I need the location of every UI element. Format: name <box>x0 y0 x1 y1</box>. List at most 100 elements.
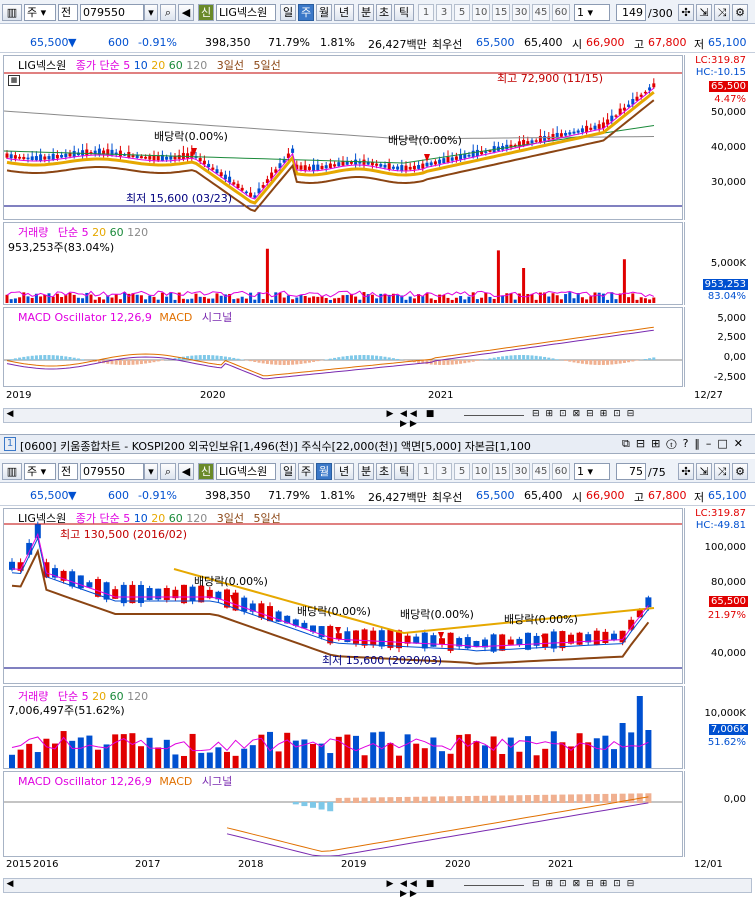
top-chart-type-button[interactable]: ▥ <box>2 4 22 21</box>
top-num-30[interactable]: 30 <box>512 4 530 21</box>
top-end-date: 12/27 <box>694 390 723 401</box>
top-price-panel[interactable]: LIG넥스원 종가 단순 5 10 20 60 120 3일선 5일선 ▦ 최고… <box>3 55 683 220</box>
bottom-hc-label: HC:-49.81 <box>695 520 746 531</box>
top-playback-icons[interactable]: ◀◀ ■ ▶▶ <box>400 409 460 429</box>
bottom-speaker-icon[interactable]: ◀ <box>178 463 194 480</box>
top-scroll-right-icon[interactable]: ▶ <box>384 409 396 422</box>
bottom-num-45[interactable]: 45 <box>532 463 550 480</box>
top-num-45[interactable]: 45 <box>532 4 550 21</box>
bottom-tool-icon-1[interactable]: ✣ <box>678 463 694 480</box>
top-volume-bar <box>152 296 156 303</box>
bottom-zoom-slider[interactable] <box>464 885 524 886</box>
bottom-market-select[interactable]: 주 ▾ <box>24 463 56 480</box>
bottom-num-15[interactable]: 15 <box>492 463 510 480</box>
top-tab-year[interactable]: 년 <box>334 4 354 21</box>
bottom-tool-icon-2[interactable]: ⇲ <box>696 463 712 480</box>
bottom-volume-bar <box>353 735 359 768</box>
bottom-tab-second[interactable]: 초 <box>376 463 392 480</box>
top-num-3[interactable]: 3 <box>436 4 452 21</box>
top-search-icon[interactable]: ⌕ <box>160 4 176 21</box>
top-candle <box>299 165 303 170</box>
bottom-counter-input[interactable]: 75 <box>616 463 646 480</box>
top-tool-icon-1[interactable]: ✣ <box>678 4 694 21</box>
top-counter-input[interactable]: 149 <box>616 4 646 21</box>
top-tab-month[interactable]: 월 <box>316 4 332 21</box>
bottom-macd-osc-bar <box>593 794 600 803</box>
top-tab-minute[interactable]: 분 <box>358 4 374 21</box>
bottom-num-1[interactable]: 1 <box>418 463 434 480</box>
bottom-date-2021: 2021 <box>548 859 574 870</box>
top-volume-bar <box>9 299 13 303</box>
bottom-tab-week[interactable]: 주 <box>298 463 314 480</box>
top-market-select[interactable]: 주 ▾ <box>24 4 56 21</box>
bottom-tool-icon-3[interactable]: ⤨ <box>714 463 730 480</box>
top-tool-icon-3[interactable]: ⤨ <box>714 4 730 21</box>
top-macd-osc-bar <box>564 360 568 361</box>
top-new-badge[interactable]: 신 <box>198 4 214 21</box>
top-period-select[interactable]: 전 <box>58 4 78 21</box>
top-num-10[interactable]: 10 <box>472 4 490 21</box>
bottom-tab-month[interactable]: 월 <box>316 463 332 480</box>
bottom-high-label: 고 <box>634 491 645 504</box>
top-volume-panel[interactable]: 거래량 단순 5 20 60 120 953,253주(83.04%) <box>3 222 683 305</box>
top-candle <box>404 165 408 171</box>
top-volume-bar <box>198 296 202 303</box>
bottom-settings-icon[interactable]: ⚙ <box>732 463 748 480</box>
bottom-price-panel[interactable]: LIG넥스원 종가 단순 5 10 20 60 120 3일선 5일선 최고 1… <box>3 508 683 684</box>
top-scrollbar[interactable]: ◀ ▶ ◀◀ ■ ▶▶ ⊟⊞⊡⊠⊟⊞⊡⊟ <box>3 408 752 429</box>
bottom-num-3[interactable]: 3 <box>436 463 452 480</box>
bottom-macd-panel[interactable]: MACD Oscillator 12,26,9 MACD 시그널 <box>3 771 683 857</box>
top-volume-bar <box>496 250 500 303</box>
bottom-scroll-right-icon[interactable]: ▶ <box>384 879 396 892</box>
top-tool-icons[interactable]: ⊟⊞⊡⊠⊟⊞⊡⊟ <box>532 409 752 422</box>
bottom-scroll-left-icon[interactable]: ◀ <box>4 879 16 892</box>
top-macd-panel[interactable]: MACD Oscillator 12,26,9 MACD 시그널 <box>3 307 683 387</box>
top-zoom-slider[interactable] <box>464 415 524 416</box>
top-num-1[interactable]: 1 <box>418 4 434 21</box>
bottom-tab-tick[interactable]: 틱 <box>394 463 414 480</box>
bottom-tab-year[interactable]: 년 <box>334 463 354 480</box>
bottom-num-60[interactable]: 60 <box>552 463 570 480</box>
bottom-period-select[interactable]: 전 <box>58 463 78 480</box>
bottom-volume-panel[interactable]: 거래량 단순 5 20 60 120 7,006,497주(51.62%) <box>3 686 683 769</box>
top-volume-bar <box>253 299 257 303</box>
top-multiplier-select[interactable]: 1 ▾ <box>574 4 610 21</box>
bottom-code-dropdown-icon[interactable]: ▾ <box>144 463 158 480</box>
top-code-dropdown-icon[interactable]: ▾ <box>144 4 158 21</box>
top-code-input[interactable]: 079550 <box>80 4 144 21</box>
top-grid-icon[interactable]: ▦ <box>8 75 20 86</box>
top-volume-bar <box>303 295 307 303</box>
second-window-titlebar[interactable]: 1 [0600] 키움종합차트 - KOSPI200 외국인보유[1,496(천… <box>0 434 755 454</box>
top-settings-icon[interactable]: ⚙ <box>732 4 748 21</box>
bottom-best-ask: 65,500 <box>476 489 515 502</box>
top-num-60[interactable]: 60 <box>552 4 570 21</box>
top-tab-tick[interactable]: 틱 <box>394 4 414 21</box>
window-controls-icons[interactable]: ⧉⊟⊞ⓣ?‖–□✕ <box>622 437 749 451</box>
bottom-num-10[interactable]: 10 <box>472 463 490 480</box>
bottom-num-30[interactable]: 30 <box>512 463 530 480</box>
bottom-chart-type-button[interactable]: ▥ <box>2 463 22 480</box>
bottom-multiplier-select[interactable]: 1 ▾ <box>574 463 610 480</box>
bottom-scrollbar[interactable]: ◀ ▶ ◀◀ ■ ▶▶ ⊟⊞⊡⊠⊟⊞⊡⊟ <box>3 878 752 899</box>
top-num-5[interactable]: 5 <box>454 4 470 21</box>
top-tab-day[interactable]: 일 <box>280 4 296 21</box>
top-speaker-icon[interactable]: ◀ <box>178 4 194 21</box>
bottom-tool-icons[interactable]: ⊟⊞⊡⊠⊟⊞⊡⊟ <box>532 879 752 892</box>
top-tab-second[interactable]: 초 <box>376 4 392 21</box>
top-volume-bar <box>312 296 316 303</box>
bottom-num-5[interactable]: 5 <box>454 463 470 480</box>
top-tool-icon-2[interactable]: ⇲ <box>696 4 712 21</box>
window-index: 1 <box>4 437 16 451</box>
top-price-bar: 65,500 ▼ 600 -0.91% 398,350 71.79% 1.81%… <box>0 33 755 53</box>
top-macd-osc-bar <box>509 355 513 360</box>
top-macd-osc-bar <box>585 360 589 365</box>
bottom-search-icon[interactable]: ⌕ <box>160 463 176 480</box>
bottom-playback-icons[interactable]: ◀◀ ■ ▶▶ <box>400 879 460 899</box>
bottom-code-input[interactable]: 079550 <box>80 463 144 480</box>
top-num-15[interactable]: 15 <box>492 4 510 21</box>
top-scroll-left-icon[interactable]: ◀ <box>4 409 16 422</box>
bottom-new-badge[interactable]: 신 <box>198 463 214 480</box>
bottom-tab-day[interactable]: 일 <box>280 463 296 480</box>
bottom-tab-minute[interactable]: 분 <box>358 463 374 480</box>
top-tab-week[interactable]: 주 <box>298 4 314 21</box>
